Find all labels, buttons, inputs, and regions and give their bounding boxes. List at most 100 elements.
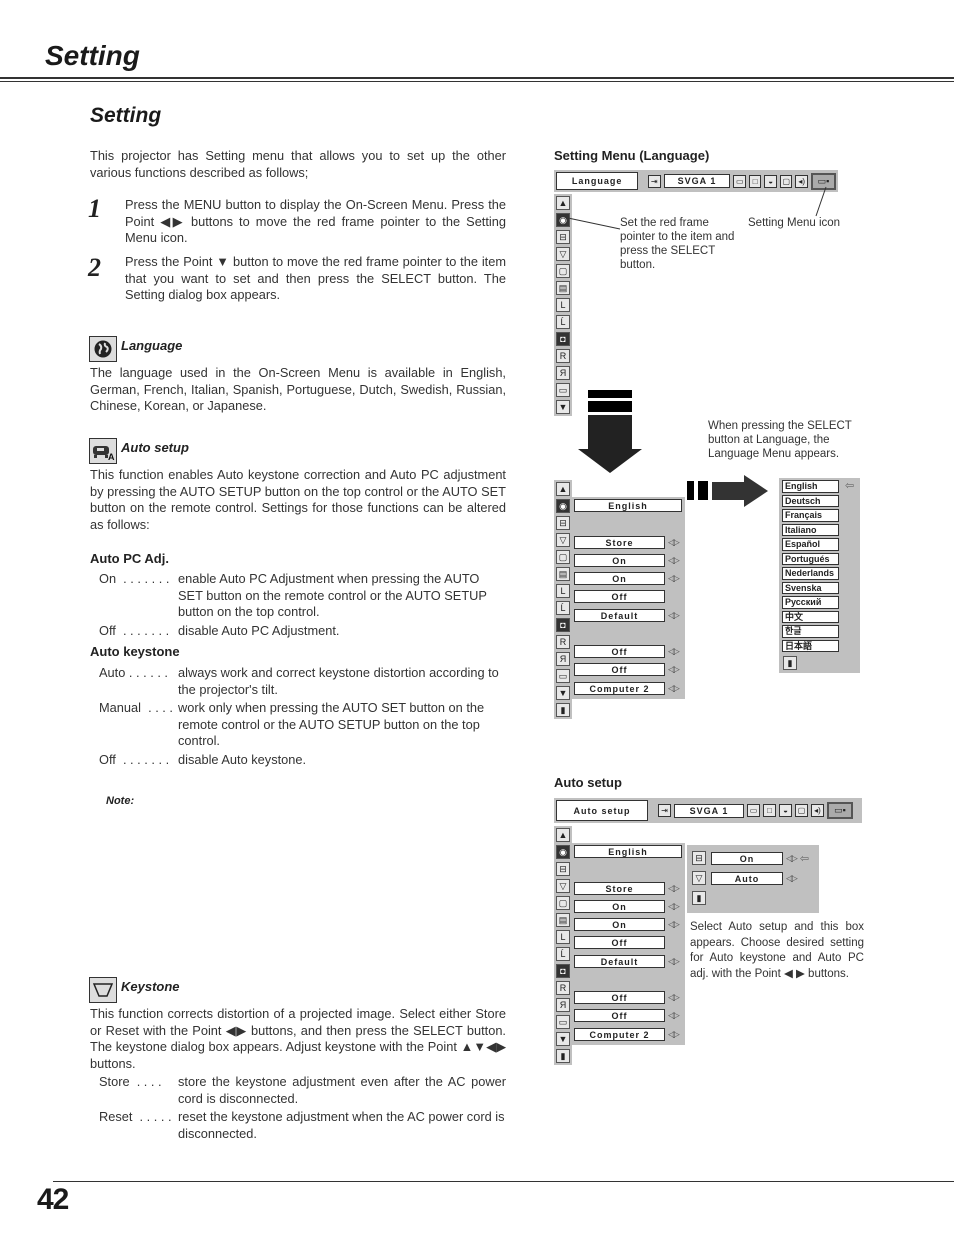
- keystone-icon[interactable]: ▽: [556, 247, 570, 261]
- language-option[interactable]: 日本語: [782, 639, 839, 652]
- language-option[interactable]: Italiano: [782, 523, 839, 536]
- keystone-icon[interactable]: ▽: [556, 533, 570, 547]
- language-option[interactable]: Español: [782, 538, 839, 551]
- auto-keystone-row[interactable]: Auto ◁▷: [711, 872, 798, 885]
- menu-row[interactable]: On ◁▷: [574, 572, 680, 585]
- left-right-arrows-icon: ◁▷: [668, 555, 680, 565]
- menu-row[interactable]: Store ◁▷: [574, 536, 680, 549]
- language-heading: Language: [121, 338, 183, 353]
- terminal-icon[interactable]: ▭: [556, 669, 570, 683]
- language-option[interactable]: 한글: [782, 625, 839, 638]
- rear-mode-icon[interactable]: Я: [556, 366, 570, 380]
- screen-icon[interactable]: ▢: [795, 804, 808, 817]
- scroll-down-icon[interactable]: ▼: [556, 1032, 570, 1046]
- display-icon[interactable]: ▤: [556, 281, 570, 295]
- display-icon[interactable]: ▤: [556, 913, 570, 927]
- language-icon[interactable]: ◉: [556, 499, 570, 513]
- ceiling-mode-icon[interactable]: R: [556, 349, 570, 363]
- intro-text: This projector has Setting menu that all…: [90, 148, 506, 180]
- rear-mode-icon[interactable]: Я: [556, 652, 570, 666]
- menu-row[interactable]: Store ◁▷: [574, 882, 680, 895]
- menu-row[interactable]: Default ◁▷: [574, 955, 680, 968]
- ceiling-mode-icon[interactable]: R: [556, 635, 570, 649]
- menu-row[interactable]: On ◁▷: [574, 554, 680, 567]
- definition-desc: reset the keystone adjustment when the A…: [178, 1109, 505, 1141]
- sound-icon[interactable]: ◂): [811, 804, 824, 817]
- arrow-bar: [687, 481, 694, 500]
- definition-term: Auto . . . . . .: [99, 665, 168, 680]
- language-icon[interactable]: ◉: [556, 845, 570, 859]
- blue-back-icon[interactable]: ▢: [556, 550, 570, 564]
- menu-row[interactable]: Default ◁▷: [574, 609, 680, 622]
- blue-back-icon[interactable]: ▢: [556, 896, 570, 910]
- image-adjust-icon[interactable]: ◒: [779, 804, 792, 817]
- logo-icon[interactable]: L: [556, 298, 570, 312]
- menu-row[interactable]: On ◁▷: [574, 900, 680, 913]
- auto-keystone-icon: ▽: [692, 871, 706, 885]
- auto-setup-text: This function enables Auto keystone corr…: [90, 467, 506, 532]
- ceiling-icon[interactable]: Ĺ: [556, 315, 570, 329]
- language-option[interactable]: Portugués: [782, 552, 839, 565]
- left-right-arrows-icon: ◁▷: [668, 646, 680, 656]
- auto-pc-adj-heading: Auto PC Adj.: [90, 551, 169, 566]
- language-option[interactable]: Français: [782, 509, 839, 522]
- language-option[interactable]: Svenska: [782, 581, 839, 594]
- terminal-icon[interactable]: ▭: [556, 1015, 570, 1029]
- rear-mode-icon[interactable]: Я: [556, 998, 570, 1012]
- ceiling-icon[interactable]: Ĺ: [556, 947, 570, 961]
- keystone-icon[interactable]: ▽: [556, 879, 570, 893]
- menu-row[interactable]: English: [574, 845, 682, 858]
- left-right-arrows-icon: ◁▷: [668, 537, 680, 547]
- language-text: The language used in the On-Screen Menu …: [90, 365, 506, 413]
- scroll-up-icon[interactable]: ▲: [556, 828, 570, 842]
- language-option[interactable]: Deutsch: [782, 494, 839, 507]
- blue-back-icon[interactable]: ▢: [556, 264, 570, 278]
- setting-side-icons: ▲ ◉ ⊟ ▽ ▢ ▤ L Ĺ ◘ R Я ▭ ▼ ▮: [554, 480, 572, 719]
- menu-row[interactable]: Off ◁▷: [574, 663, 680, 676]
- menu-row[interactable]: Off ◁▷: [574, 645, 680, 658]
- pc-adjust-icon[interactable]: ▭: [747, 804, 760, 817]
- capture-icon[interactable]: ◘: [556, 332, 570, 346]
- input-icon[interactable]: ⇥: [658, 804, 671, 817]
- ceiling-icon[interactable]: Ĺ: [556, 601, 570, 615]
- ceiling-value: Default: [574, 955, 665, 968]
- left-right-arrows-icon: ◁▷: [668, 1010, 680, 1020]
- terminal-icon[interactable]: ▭: [556, 383, 570, 397]
- language-option[interactable]: 中文: [782, 610, 839, 623]
- menu-row[interactable]: English: [574, 499, 682, 512]
- setting-menu-icon[interactable]: ▭▪: [827, 802, 853, 819]
- logo-icon[interactable]: L: [556, 584, 570, 598]
- auto-pc-adj-row[interactable]: On ◁▷ ⇦: [711, 852, 809, 865]
- scroll-up-icon[interactable]: ▲: [556, 482, 570, 496]
- scroll-down-icon[interactable]: ▼: [556, 400, 570, 414]
- auto-setup-icon[interactable]: ⊟: [556, 862, 570, 876]
- exit-icon[interactable]: ▮: [783, 656, 797, 670]
- display-value: On: [574, 918, 665, 931]
- language-option[interactable]: English: [782, 480, 839, 493]
- menu-row[interactable]: Off ◁▷: [574, 1009, 680, 1022]
- auto-setup-icon[interactable]: ⊟: [556, 516, 570, 530]
- ceiling-mode-icon[interactable]: R: [556, 981, 570, 995]
- menu-row[interactable]: Computer 2 ◁▷: [574, 1028, 680, 1041]
- menu-row[interactable]: Off ◁▷: [574, 991, 680, 1004]
- logo-icon[interactable]: L: [556, 930, 570, 944]
- exit-icon[interactable]: ▮: [556, 703, 570, 717]
- capture-icon[interactable]: ◘: [556, 964, 570, 978]
- exit-icon[interactable]: ▮: [556, 1049, 570, 1063]
- scroll-down-icon[interactable]: ▼: [556, 686, 570, 700]
- menu-row[interactable]: On ◁▷: [574, 918, 680, 931]
- language-option[interactable]: Nederlands: [782, 567, 839, 580]
- menu-row[interactable]: Computer 2 ◁▷: [574, 682, 680, 695]
- language-option[interactable]: Русский: [782, 596, 839, 609]
- step-number: 1: [88, 194, 101, 223]
- display-icon[interactable]: ▤: [556, 567, 570, 581]
- logo-value: Off: [574, 590, 665, 603]
- image-select-icon[interactable]: □: [763, 804, 776, 817]
- menu-row[interactable]: Off: [574, 590, 665, 603]
- auto-setup-icon: A: [89, 438, 117, 464]
- capture-icon[interactable]: ◘: [556, 618, 570, 632]
- menu-row[interactable]: Off: [574, 936, 665, 949]
- exit-icon[interactable]: ▮: [692, 891, 706, 905]
- definition-desc: work only when pressing the AUTO SET but…: [178, 700, 485, 748]
- pointer-arrow-icon: ⇦: [799, 853, 810, 865]
